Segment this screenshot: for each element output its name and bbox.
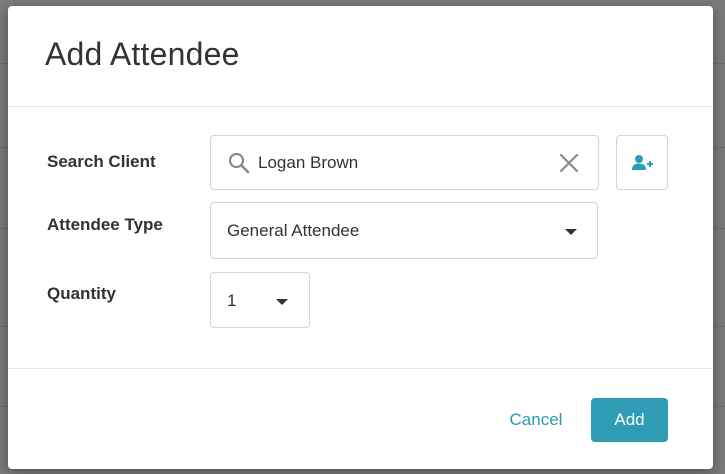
- add-button[interactable]: Add: [591, 398, 668, 442]
- dialog-header: Add Attendee: [8, 6, 713, 107]
- quantity-select[interactable]: 1: [210, 272, 310, 328]
- chevron-down-icon: [565, 229, 577, 235]
- search-client-label: Search Client: [47, 152, 156, 171]
- close-icon[interactable]: [558, 152, 580, 174]
- add-attendee-dialog: Add Attendee Search Client Attendee Type…: [8, 6, 713, 469]
- attendee-type-value: General Attendee: [227, 221, 360, 240]
- search-client-input[interactable]: [258, 148, 548, 178]
- attendee-type-select[interactable]: General Attendee: [210, 202, 598, 259]
- dialog-footer: Cancel Add: [8, 368, 713, 470]
- quantity-value: 1: [227, 291, 237, 310]
- dialog-title: Add Attendee: [45, 36, 240, 72]
- add-user-icon: [632, 155, 653, 170]
- chevron-down-icon: [276, 299, 288, 305]
- search-client-field[interactable]: [210, 135, 599, 190]
- search-icon: [228, 152, 250, 174]
- attendee-type-label: Attendee Type: [47, 215, 163, 234]
- quantity-label: Quantity: [47, 284, 116, 303]
- add-new-client-button[interactable]: [616, 135, 668, 190]
- cancel-button[interactable]: Cancel: [501, 405, 571, 435]
